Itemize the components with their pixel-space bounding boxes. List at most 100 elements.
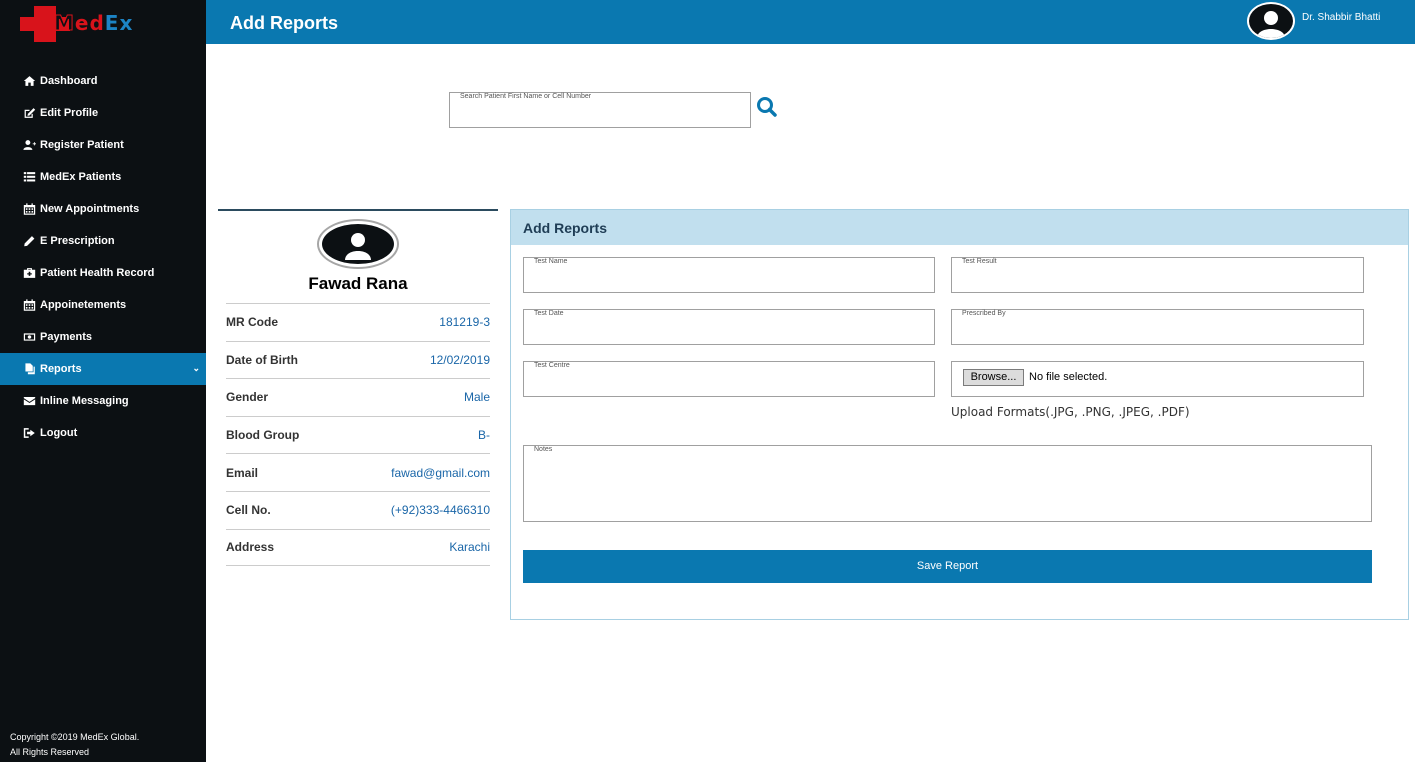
- info-row-address: Address Karachi: [226, 528, 490, 567]
- prescribed-by-input[interactable]: [960, 322, 1355, 342]
- test-name-input[interactable]: [532, 270, 926, 290]
- sidebar-item-label: E Prescription: [40, 235, 115, 247]
- prescribed-by-field[interactable]: Prescribed By: [951, 309, 1364, 345]
- patient-avatar: [319, 221, 397, 267]
- test-centre-input[interactable]: [532, 374, 926, 394]
- patient-search-field[interactable]: Search Patient First Name or Cell Number: [449, 92, 751, 128]
- browse-button[interactable]: Browse...: [963, 369, 1024, 386]
- add-reports-panel: Add Reports Test Name Test Result Test D…: [510, 209, 1409, 620]
- home-icon: [22, 75, 36, 87]
- info-key: Blood Group: [226, 428, 300, 443]
- test-centre-field[interactable]: Test Centre: [523, 361, 935, 397]
- top-header: Add Reports Dr. Shabbir Bhatti: [206, 0, 1415, 44]
- sidebar-item-new-appointments[interactable]: New Appointments: [0, 193, 206, 225]
- patient-name: Fawad Rana: [308, 274, 408, 293]
- sidebar-item-edit-profile[interactable]: Edit Profile: [0, 97, 206, 129]
- notes-field[interactable]: Notes: [523, 445, 1372, 522]
- info-row-gender: Gender Male: [226, 378, 490, 416]
- sidebar-item-label: Dashboard: [40, 75, 98, 87]
- info-value: Karachi: [449, 540, 490, 555]
- user-icon: [1257, 11, 1285, 38]
- info-row-date-of-birth: Date of Birth 12/02/2019: [226, 340, 490, 379]
- prescribed-by-label: Prescribed By: [962, 310, 1006, 317]
- sidebar-item-e-prescription[interactable]: E Prescription: [0, 225, 206, 257]
- upload-formats-note: Upload Formats(.JPG, .PNG, .JPEG, .PDF): [951, 405, 1190, 419]
- edit-icon: [22, 107, 36, 119]
- search-label: Search Patient First Name or Cell Number: [460, 93, 592, 100]
- sidebar-item-label: Payments: [40, 331, 92, 343]
- sidebar-item-register-patient[interactable]: Register Patient: [0, 129, 206, 161]
- sidebar-item-inline-messaging[interactable]: Inline Messaging: [0, 385, 206, 417]
- sidebar-item-appointments[interactable]: Appoinetements: [0, 289, 206, 321]
- test-result-field[interactable]: Test Result: [951, 257, 1364, 293]
- info-row-cell-no: Cell No. (+92)333-4466310: [226, 490, 490, 529]
- panel-title: Add Reports: [523, 220, 607, 236]
- info-key: Date of Birth: [226, 352, 298, 367]
- test-result-label: Test Result: [962, 258, 997, 265]
- copyright-text: Copyright ©2019 MedEx Global. All Rights…: [10, 730, 139, 760]
- sign-out-icon: [22, 427, 36, 439]
- sidebar-item-label: Appoinetements: [40, 299, 127, 311]
- panel-header: Add Reports: [511, 210, 1408, 245]
- info-row-blood-group: Blood Group B-: [226, 415, 490, 454]
- info-row-email: Email fawad@gmail.com: [226, 453, 490, 491]
- sidebar-item-label: Logout: [40, 427, 78, 439]
- calendar-icon: [22, 203, 36, 215]
- sidebar-item-label: Patient Health Record: [40, 267, 155, 279]
- info-value: 181219-3: [439, 315, 490, 330]
- patient-profile-card: Fawad Rana MR Code 181219-3 Date of Birt…: [218, 209, 498, 579]
- info-key: Gender: [226, 390, 269, 405]
- info-value: Male: [463, 390, 490, 405]
- patient-info-list: MR Code 181219-3 Date of Birth 12/02/201…: [226, 303, 490, 567]
- test-date-input[interactable]: [532, 322, 926, 342]
- test-name-field[interactable]: Test Name: [523, 257, 935, 293]
- envelope-icon: [22, 395, 36, 407]
- sidebar-item-patient-health-record[interactable]: Patient Health Record: [0, 257, 206, 289]
- sidebar-item-label: Register Patient: [40, 139, 124, 151]
- test-centre-label: Test Centre: [534, 362, 570, 369]
- file-upload-field[interactable]: Browse... No file selected.: [951, 361, 1364, 397]
- info-value: 12/02/2019: [429, 352, 490, 367]
- user-icon: [345, 233, 371, 260]
- rights-line: All Rights Reserved: [10, 747, 90, 757]
- sidebar-item-medex-patients[interactable]: MedEx Patients: [0, 161, 206, 193]
- info-value: fawad@gmail.com: [391, 465, 490, 480]
- sidebar-item-label: Reports: [40, 363, 82, 375]
- sidebar-item-label: MedEx Patients: [40, 171, 122, 183]
- test-date-field[interactable]: Test Date: [523, 309, 935, 345]
- info-key: Address: [226, 540, 275, 555]
- notes-textarea[interactable]: [532, 458, 1362, 516]
- user-name[interactable]: Dr. Shabbir Bhatti: [1302, 12, 1380, 23]
- sidebar-item-label: Inline Messaging: [40, 395, 129, 407]
- test-date-label: Test Date: [534, 310, 564, 317]
- medex-logo[interactable]: MedEx: [4, 4, 184, 44]
- page-title: Add Reports: [230, 13, 338, 33]
- logo-text: MedEx: [54, 11, 134, 36]
- search-input[interactable]: [458, 105, 742, 125]
- sidebar-item-logout[interactable]: Logout: [0, 417, 206, 449]
- info-value: B-: [478, 428, 490, 443]
- sidebar-item-payments[interactable]: Payments: [0, 321, 206, 353]
- pencil-icon: [22, 235, 36, 247]
- save-report-button[interactable]: Save Report: [523, 550, 1372, 583]
- search-icon[interactable]: [755, 95, 779, 119]
- info-key: MR Code: [226, 315, 278, 330]
- sidebar-item-label: Edit Profile: [40, 107, 99, 119]
- file-icon: [22, 363, 36, 375]
- chevron-down-icon[interactable]: ⌄: [192, 363, 200, 374]
- info-key: Cell No.: [226, 503, 271, 518]
- medkit-icon: [22, 267, 36, 279]
- info-key: Email: [226, 465, 259, 480]
- sidebar: MedEx Dashboard Edit Profile Register Pa…: [0, 0, 206, 762]
- file-status: No file selected.: [1029, 371, 1108, 383]
- money-icon: [22, 331, 36, 343]
- user-avatar[interactable]: [1247, 2, 1295, 40]
- sidebar-nav: Dashboard Edit Profile Register Patient …: [0, 65, 206, 449]
- copyright-line: Copyright ©2019 MedEx Global.: [10, 732, 140, 742]
- test-result-input[interactable]: [960, 270, 1355, 290]
- user-plus-icon: [22, 139, 36, 151]
- sidebar-item-dashboard[interactable]: Dashboard: [0, 65, 206, 97]
- info-row-mr-code: MR Code 181219-3: [226, 303, 490, 341]
- sidebar-item-reports[interactable]: Reports ⌄: [0, 353, 206, 385]
- list-icon: [22, 171, 36, 183]
